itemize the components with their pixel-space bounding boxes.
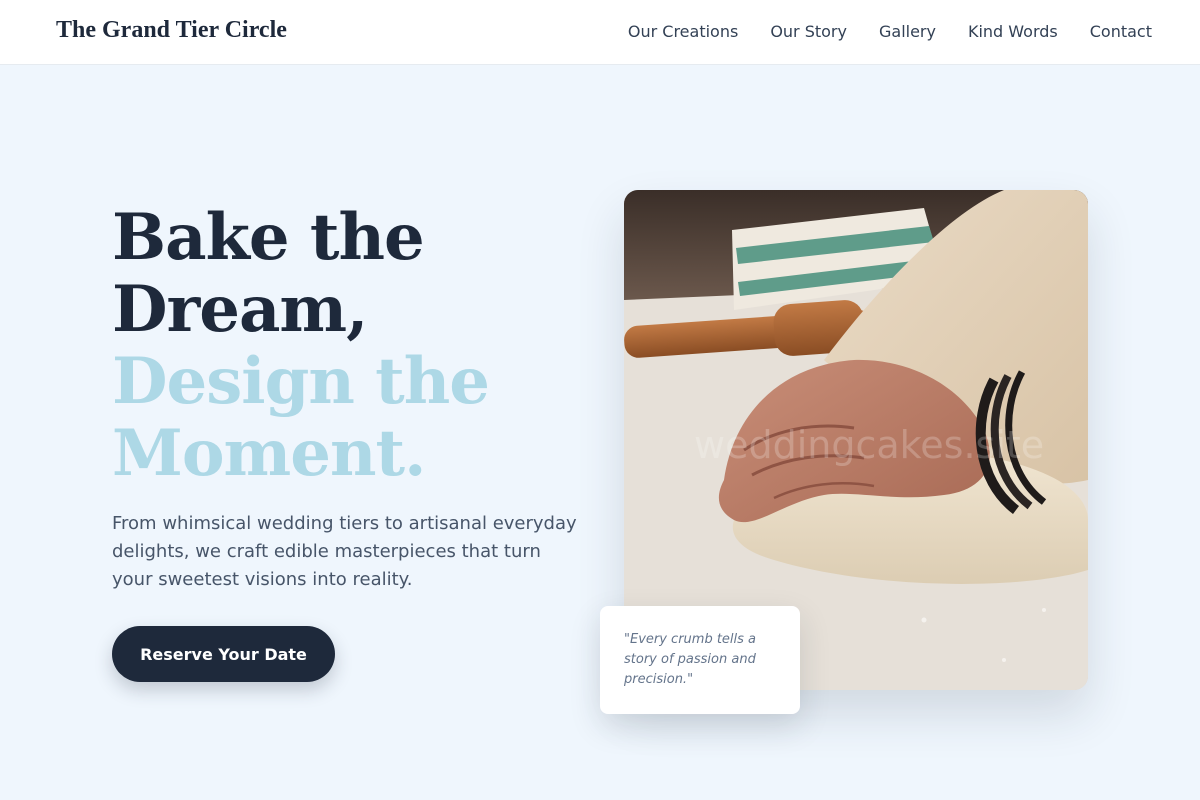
nav-contact[interactable]: Contact — [1090, 21, 1152, 43]
quote-card: "Every crumb tells a story of passion an… — [600, 606, 800, 714]
site-header: The Grand Tier Circle Our Creations Our … — [0, 0, 1200, 65]
reserve-date-button[interactable]: Reserve Your Date — [112, 626, 335, 682]
nav-our-story[interactable]: Our Story — [770, 21, 847, 43]
hero-title-line-3: Design the — [112, 344, 490, 419]
nav-our-creations[interactable]: Our Creations — [628, 21, 738, 43]
hero-title-line-1: Bake the — [112, 200, 425, 275]
nav-kind-words[interactable]: Kind Words — [968, 21, 1058, 43]
nav-gallery[interactable]: Gallery — [879, 21, 936, 43]
hero-subtitle: From whimsical wedding tiers to artisana… — [112, 513, 577, 590]
quote-text: "Every crumb tells a story of passion an… — [624, 632, 757, 687]
brand-logo[interactable]: The Grand Tier Circle — [56, 17, 287, 44]
watermark-text: weddingcakes.site — [694, 423, 1044, 467]
hero-title: Bake the Dream, Design the Moment. — [112, 200, 490, 491]
hero-title-line-2: Dream, — [112, 272, 368, 347]
hero-title-line-4: Moment. — [112, 416, 426, 491]
main-nav: Our Creations Our Story Gallery Kind Wor… — [628, 21, 1152, 43]
